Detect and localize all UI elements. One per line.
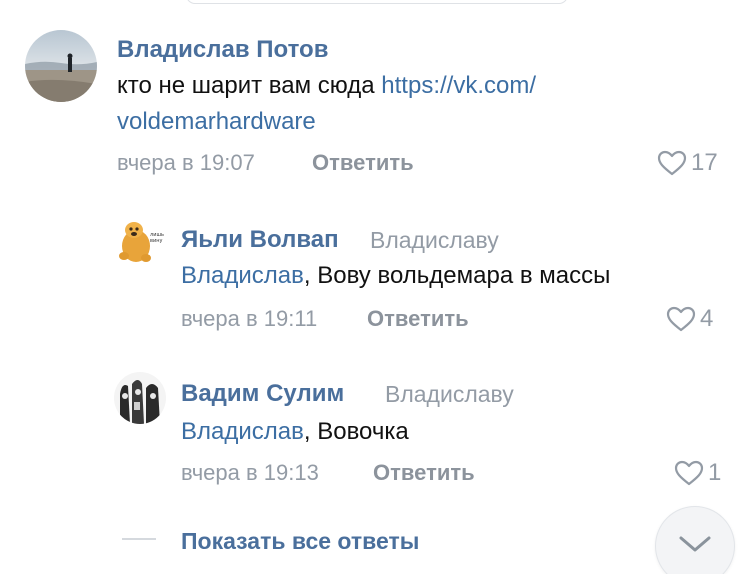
heart-icon <box>674 460 704 486</box>
heart-icon <box>666 306 696 332</box>
reply-text-body: , Вовочка <box>303 418 409 445</box>
comments-page: Владислав Потов кто не шарит вам сюда ht… <box>0 0 750 574</box>
avatar[interactable] <box>114 372 166 424</box>
like-button[interactable]: 17 <box>657 149 718 177</box>
avatar[interactable]: лишь вину <box>114 216 166 268</box>
reply-to-label[interactable]: Владиславу <box>385 381 514 408</box>
reply-button[interactable]: Ответить <box>373 460 475 486</box>
comment-text: кто не шарит вам сюда https://vk.com/ <box>117 68 536 104</box>
comment-link[interactable]: https://vk.com/ <box>381 72 536 99</box>
like-count: 4 <box>700 305 714 332</box>
reply-button[interactable]: Ответить <box>312 150 414 176</box>
thread-divider <box>122 538 156 540</box>
reply-author[interactable]: Яьли Волвап <box>181 226 339 254</box>
like-button[interactable]: 1 <box>674 459 721 487</box>
heart-icon <box>657 150 687 176</box>
reply-button[interactable]: Ответить <box>367 306 469 332</box>
show-all-replies-button[interactable]: Показать все ответы <box>181 528 419 555</box>
reply-timestamp: вчера в 19:13 <box>181 460 319 485</box>
comment-text-line2: voldemarhardware <box>117 104 316 140</box>
svg-text:вину: вину <box>150 238 162 244</box>
reply-text: Владислав, Вовочка <box>181 414 409 450</box>
like-count: 1 <box>708 459 722 486</box>
reply-to-label[interactable]: Владиславу <box>370 227 499 254</box>
comment-text-prefix: кто не шарит вам сюда <box>117 72 382 99</box>
reply-timestamp: вчера в 19:11 <box>181 306 318 331</box>
comment-author[interactable]: Владислав Потов <box>117 36 328 64</box>
reply-text-body: , Вову вольдемара в массы <box>303 262 611 289</box>
avatar[interactable] <box>25 30 97 102</box>
top-input-edge[interactable] <box>186 0 568 4</box>
reply-mention[interactable]: Владислав <box>181 418 304 445</box>
comment-link-continued[interactable]: voldemarhardware <box>117 108 316 135</box>
chevron-down-icon <box>678 534 712 559</box>
reply-text: Владислав, Вову вольдемара в массы <box>181 258 610 294</box>
like-count: 17 <box>691 149 718 176</box>
scroll-down-button[interactable] <box>655 506 735 574</box>
like-button[interactable]: 4 <box>666 305 713 333</box>
reply-mention[interactable]: Владислав <box>181 262 304 289</box>
reply-author[interactable]: Вадим Сулим <box>181 380 344 408</box>
comment-timestamp: вчера в 19:07 <box>117 150 255 175</box>
